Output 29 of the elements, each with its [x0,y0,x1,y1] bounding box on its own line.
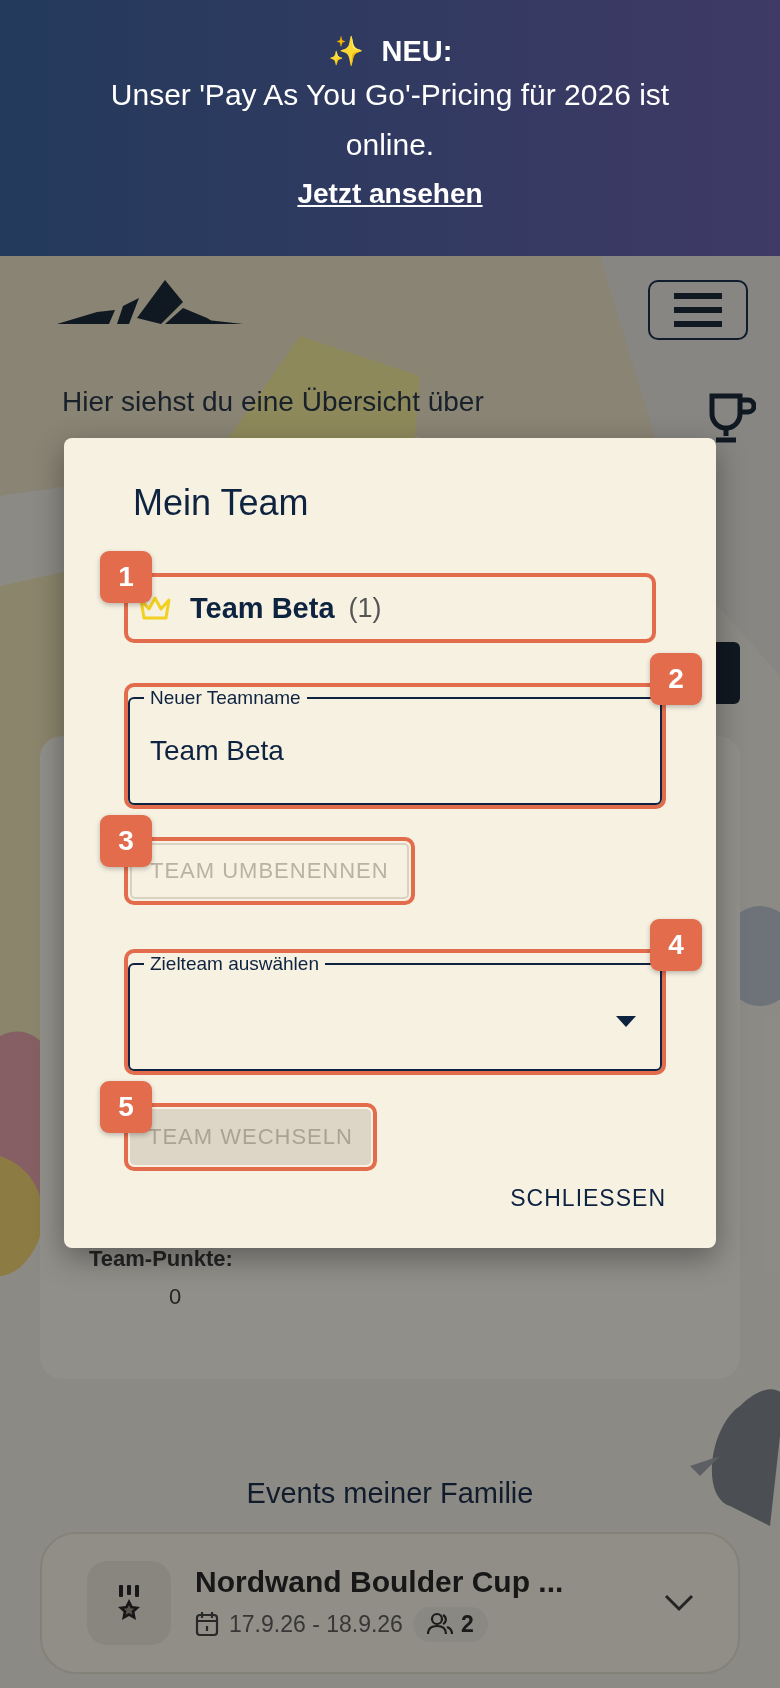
dialog-title: Mein Team [133,481,310,525]
intro-text: Hier siehst du eine Übersicht über [62,386,484,418]
event-card[interactable]: Nordwand Boulder Cup ... 17.9.26 - 18.9.26 2 [40,1532,740,1674]
caret-icon [616,1016,636,1028]
medal-icon [87,1561,171,1645]
chevron-icon[interactable] [664,1594,694,1612]
calendar-icon [195,1611,219,1637]
event-title: Nordwand Boulder Cup ... [195,1564,565,1599]
banner-title: NEU: [381,34,453,68]
text-input[interactable]: Team Beta [150,735,640,767]
people-icon [426,1612,453,1636]
step-badge: 5 [100,1081,152,1133]
menu-button[interactable] [648,280,748,340]
team-name: Team Beta [190,591,335,625]
step-badge: 1 [100,551,152,603]
step-badge: 2 [650,653,702,705]
menu-icon [674,292,722,328]
event-dates: 17.9.26 - 18.9.26 [229,1610,403,1638]
close-button[interactable]: SCHLIESSEN [510,1171,666,1226]
events-heading: Events meiner Familie [245,1477,535,1510]
member-count: (1) [348,592,382,624]
banner-link[interactable]: Jetzt ansehen [297,172,483,216]
step-badge: 3 [100,815,152,867]
team-points-label: Team-Punkte: [89,1246,234,1272]
step-badge: 4 [650,919,702,971]
banner-message: Unser 'Pay As You Go'-Pricing für 2026 ist online. [109,77,671,163]
participants-chip: 2 [412,1606,488,1642]
team-points-value: 0 [169,1284,183,1310]
sparkle-icon: ✨ [327,34,364,68]
